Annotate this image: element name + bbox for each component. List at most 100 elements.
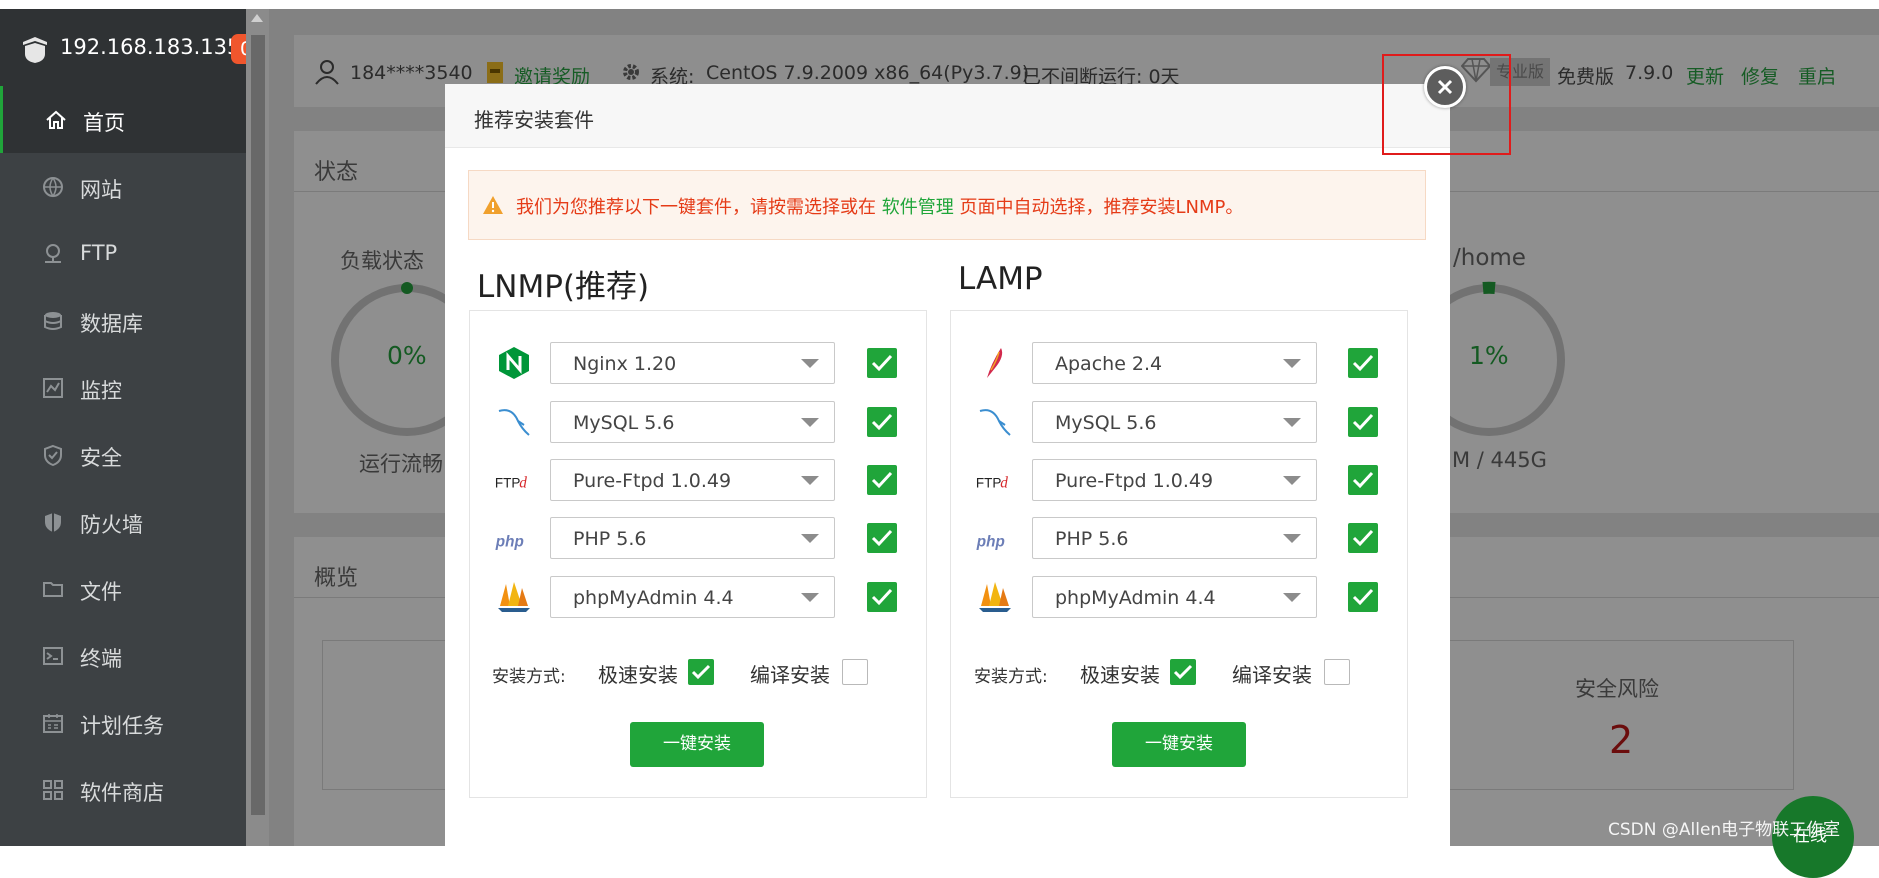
chevron-down-icon (1283, 593, 1301, 602)
install-mode-label: 安装方式: (492, 667, 566, 687)
terminal-icon (43, 647, 63, 665)
firewall-icon (45, 513, 61, 532)
select-value: Apache 2.4 (1055, 353, 1163, 375)
shield-icon (44, 444, 62, 466)
database-icon (44, 312, 62, 330)
pureftpd-checkbox[interactable] (867, 465, 897, 495)
sidebar-item-cron[interactable]: 计划任务 (0, 689, 246, 756)
compile-install-label: 编译安装 (1232, 663, 1312, 687)
sidebar-item-website[interactable]: 网站 (0, 153, 246, 220)
disk-value: 1% (1469, 341, 1509, 370)
sidebar-item-database[interactable]: 数据库 (0, 287, 246, 354)
globe-icon (43, 177, 63, 198)
mysql-version-select[interactable]: MySQL 5.6 (550, 401, 835, 443)
mysql-version-select[interactable]: MySQL 5.6 (1032, 401, 1317, 443)
sidebar-scrollbar-thumb[interactable] (251, 35, 265, 815)
calendar-icon (43, 714, 63, 733)
select-value: MySQL 5.6 (1055, 412, 1157, 434)
lamp-title: LAMP (958, 261, 1043, 297)
nginx-version-select[interactable]: Nginx 1.20 (550, 342, 835, 384)
pureftpd-version-select[interactable]: Pure-Ftpd 1.0.49 (550, 459, 835, 501)
ftp-icon (45, 244, 61, 263)
fast-install-checkbox[interactable] (688, 659, 714, 685)
csdn-watermark: CSDN @Allen电子物联工作室 (1608, 820, 1841, 840)
phpmyadmin-version-select[interactable]: phpMyAdmin 4.4 (1032, 576, 1317, 618)
load-label: 负载状态 (340, 249, 424, 273)
select-value: MySQL 5.6 (573, 412, 675, 434)
nginx-icon (499, 347, 529, 379)
overview-title: 概览 (314, 566, 359, 591)
home-icon (46, 110, 66, 129)
mysql-checkbox[interactable] (1348, 407, 1378, 437)
sidebar-item-ftp[interactable]: FTP (0, 220, 246, 287)
chevron-down-icon (801, 593, 819, 602)
lnmp-install-button[interactable]: 一键安装 (630, 722, 764, 767)
phpmyadmin-icon (498, 582, 530, 612)
phpmyadmin-icon (979, 582, 1011, 612)
security-risk-value[interactable]: 2 (1609, 718, 1633, 762)
pureftpd-checkbox[interactable] (1348, 465, 1378, 495)
notice-suffix: 页面中自动选择，推荐安装LNMP。 (959, 197, 1244, 218)
user-icon (315, 60, 339, 85)
check-icon (871, 588, 893, 606)
sidebar-item-security[interactable]: 安全 (0, 421, 246, 488)
load-value: 0% (387, 341, 427, 370)
disk-size: M / 445G (1452, 448, 1547, 472)
check-icon (1352, 471, 1374, 489)
phpmyadmin-version-select[interactable]: phpMyAdmin 4.4 (550, 576, 835, 618)
chevron-down-icon (801, 359, 819, 368)
php-checkbox[interactable] (867, 523, 897, 553)
fast-install-checkbox[interactable] (1170, 659, 1196, 685)
sidebar-item-home[interactable]: 首页 (0, 86, 249, 153)
ftpd-icon: FTPd (495, 474, 527, 491)
chevron-down-icon (1283, 418, 1301, 427)
apache-version-select[interactable]: Apache 2.4 (1032, 342, 1317, 384)
select-value: Pure-Ftpd 1.0.49 (1055, 470, 1214, 492)
mysql-icon (498, 409, 530, 436)
software-manage-link[interactable]: 软件管理 (882, 197, 954, 218)
sidebar-item-label: 网站 (80, 178, 122, 202)
mysql-checkbox[interactable] (867, 407, 897, 437)
phpmyadmin-checkbox[interactable] (1348, 582, 1378, 612)
phpmyadmin-checkbox[interactable] (867, 582, 897, 612)
php-checkbox[interactable] (1348, 523, 1378, 553)
sidebar-item-monitor[interactable]: 监控 (0, 354, 246, 421)
apache-checkbox[interactable] (1348, 348, 1378, 378)
php-icon: php (495, 533, 524, 550)
sidebar-item-terminal[interactable]: 终端 (0, 622, 246, 689)
system-value: CentOS 7.9.2009 x86_64(Py3.7.9) (706, 62, 1030, 84)
php-icon: php (976, 533, 1005, 550)
php-version-select[interactable]: PHP 5.6 (1032, 517, 1317, 559)
sidebar-item-label: 数据库 (80, 312, 143, 336)
mysql-icon (979, 409, 1011, 436)
compile-install-checkbox[interactable] (1324, 659, 1350, 685)
select-value: PHP 5.6 (1055, 528, 1129, 550)
chevron-down-icon (801, 418, 819, 427)
select-value: phpMyAdmin 4.4 (1055, 587, 1216, 609)
restart-link[interactable]: 重启 (1798, 62, 1836, 89)
repair-link[interactable]: 修复 (1741, 62, 1779, 89)
apache-icon (987, 348, 1003, 378)
monitor-icon (43, 378, 63, 398)
check-icon (871, 354, 893, 372)
sidebar-item-files[interactable]: 文件 (0, 555, 246, 622)
pureftpd-version-select[interactable]: Pure-Ftpd 1.0.49 (1032, 459, 1317, 501)
chevron-down-icon (1283, 534, 1301, 543)
sidebar-item-firewall[interactable]: 防火墙 (0, 488, 246, 555)
chevron-down-icon (801, 534, 819, 543)
compile-install-checkbox[interactable] (842, 659, 868, 685)
select-value: Pure-Ftpd 1.0.49 (573, 470, 732, 492)
status-title: 状态 (314, 160, 359, 185)
sidebar-item-label: 首页 (83, 111, 125, 135)
scroll-up-arrow-icon[interactable] (251, 14, 263, 22)
php-version-select[interactable]: PHP 5.6 (550, 517, 835, 559)
ftpd-icon: FTPd (976, 474, 1008, 491)
dialog-title: 推荐安装套件 (474, 108, 594, 132)
lamp-install-button[interactable]: 一键安装 (1112, 722, 1246, 767)
check-icon (871, 413, 893, 431)
update-link[interactable]: 更新 (1686, 62, 1724, 89)
compile-install-label: 编译安装 (750, 663, 830, 687)
window-top-strip (0, 0, 1879, 9)
sidebar-item-store[interactable]: 软件商店 (0, 756, 246, 823)
nginx-checkbox[interactable] (867, 348, 897, 378)
